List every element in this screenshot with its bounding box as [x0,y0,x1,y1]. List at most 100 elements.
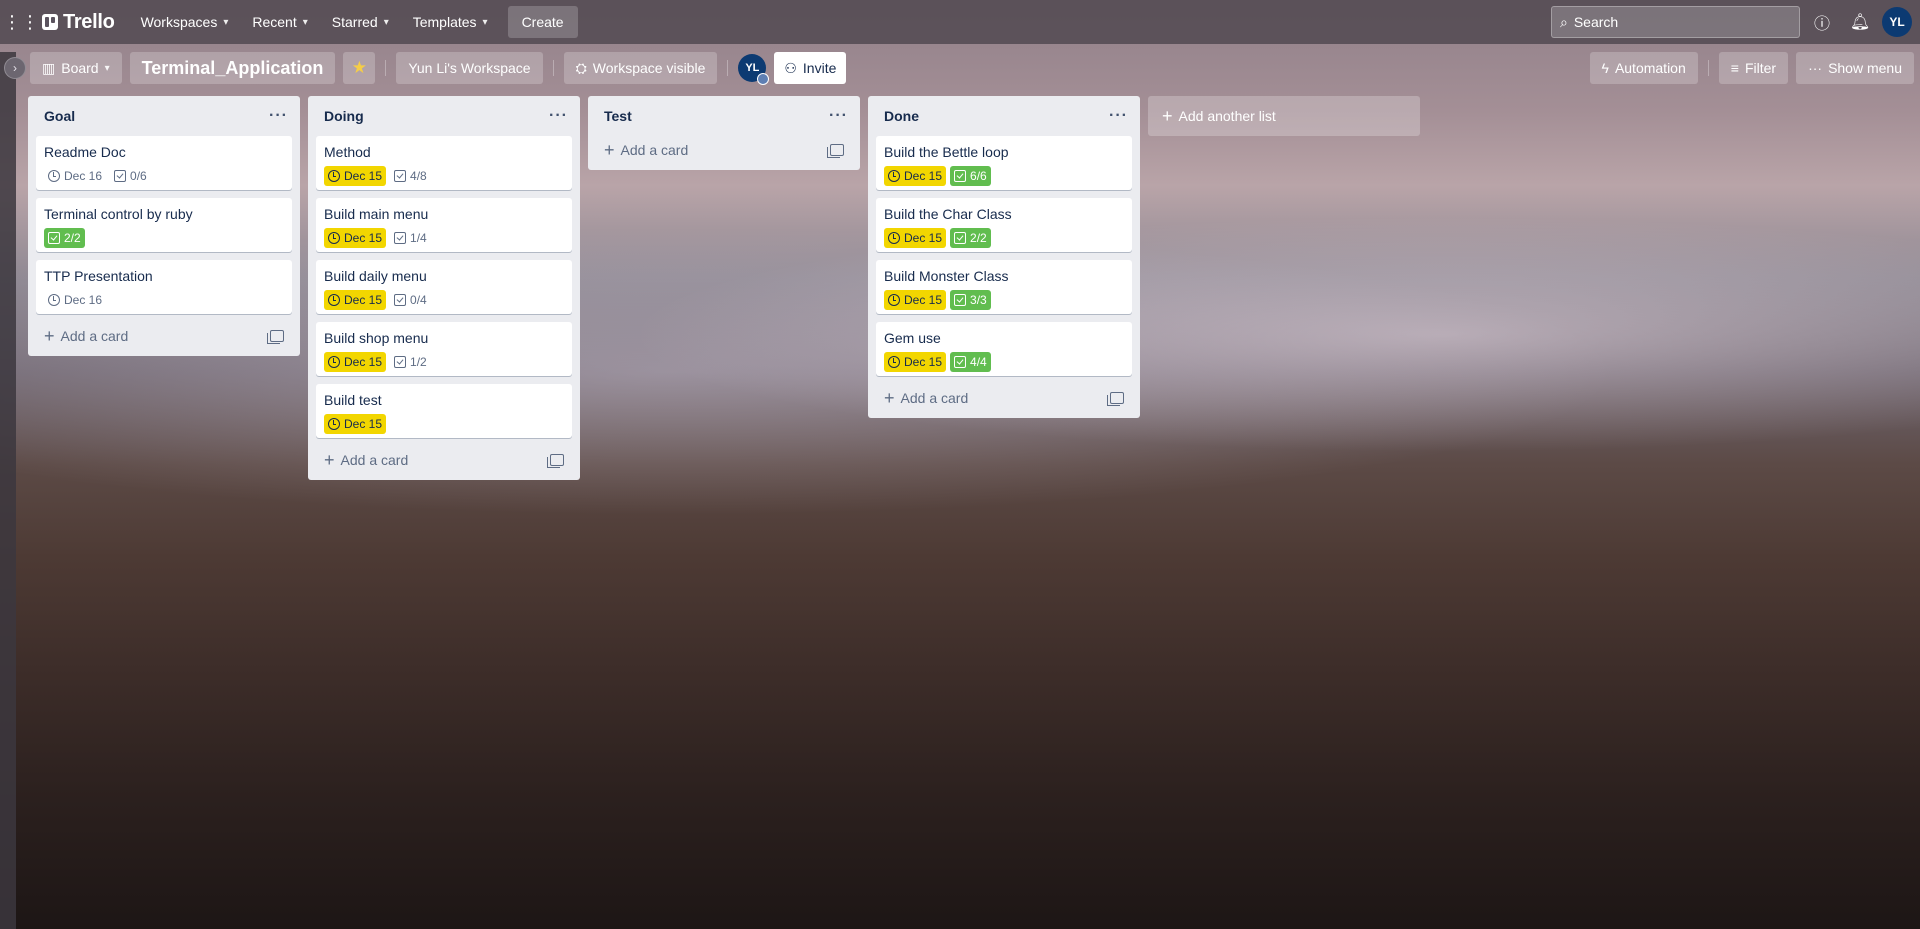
add-card-label: Add a card [620,142,689,158]
list-header[interactable]: Test ··· [592,96,856,136]
list-title[interactable]: Done [884,108,919,124]
list-header[interactable]: Goal ··· [32,96,296,136]
workspace-button[interactable]: Yun Li's Workspace [396,52,543,84]
plus-icon: + [324,450,335,470]
checklist-badge: 1/4 [390,228,431,248]
due-date-badge[interactable]: Dec 15 [884,290,947,310]
add-card-button[interactable]: + Add a card [596,136,852,164]
checklist-count: 1/4 [410,231,427,245]
card-title: Build Monster Class [884,268,1009,284]
app-switcher-icon[interactable]: ⋮⋮ [3,8,39,36]
due-date-badge[interactable]: Dec 15 [884,352,947,372]
list-done: Done ··· Build the Bettle loop Dec 15 6/6 Bui… [868,96,1140,418]
due-date-badge[interactable]: Dec 15 [324,414,387,434]
list-actions-icon[interactable]: ··· [1109,107,1128,125]
list-header[interactable]: Done ··· [872,96,1136,136]
checklist-count: 3/3 [970,293,987,307]
card-badges: Dec 15 [324,414,564,434]
list-actions-icon[interactable]: ··· [269,107,288,125]
due-date-text: Dec 16 [64,293,103,307]
nav-templates[interactable]: Templates ▾ [401,6,500,38]
clock-icon [888,232,900,244]
due-date-badge[interactable]: Dec 16 [44,290,106,310]
due-date-badge[interactable]: Dec 15 [324,290,387,310]
board-view-switcher[interactable]: ▥ Board ▾ [30,52,122,84]
create-from-template-icon[interactable] [547,454,564,468]
chevron-down-icon: ▾ [104,62,110,74]
notifications-bell-icon[interactable]: 🔔︎ [1844,6,1876,38]
list-actions-icon[interactable]: ··· [829,107,848,125]
divider [1707,60,1709,76]
due-date-badge[interactable]: Dec 15 [324,166,387,186]
user-avatar[interactable]: YL [1882,7,1912,37]
list-header[interactable]: Doing ··· [312,96,576,136]
checklist-count: 2/2 [64,231,81,245]
clock-icon [888,356,900,368]
card[interactable]: Build the Char Class Dec 15 2/2 [876,198,1132,252]
clock-icon [48,294,60,306]
clock-icon [328,418,340,430]
list-title[interactable]: Test [604,108,632,124]
visibility-button[interactable]: ⛭ Workspace visible [563,52,718,84]
star-board-icon[interactable]: ★ [343,52,376,84]
add-card-label: Add a card [340,452,409,468]
list-title[interactable]: Doing [324,108,364,124]
plus-icon: + [884,388,895,408]
create-from-template-icon[interactable] [267,330,284,344]
workspace-visible-icon: ⛭ [575,59,587,76]
checklist-badge: 1/2 [390,352,431,372]
checklist-count: 4/8 [410,169,427,183]
board-member-avatar[interactable]: YL [738,54,770,85]
search-box[interactable]: ⌕ [1551,6,1800,38]
create-from-template-icon[interactable] [1107,392,1124,406]
checklist-icon [954,356,967,368]
card[interactable]: Gem use Dec 15 4/4 [876,322,1132,376]
add-list-button[interactable]: + Add another list [1148,96,1420,136]
search-input[interactable] [1573,14,1764,30]
card[interactable]: Build the Bettle loop Dec 15 6/6 [876,136,1132,190]
due-date-badge[interactable]: Dec 15 [884,228,947,248]
due-date-badge[interactable]: Dec 15 [324,352,387,372]
list-title[interactable]: Goal [44,108,75,124]
card[interactable]: TTP Presentation Dec 16 [36,260,292,314]
divider [727,60,729,76]
create-button[interactable]: Create [507,6,578,38]
card-badges: Dec 15 0/4 [324,290,564,310]
due-date-badge[interactable]: Dec 16 [44,166,106,186]
clock-icon [328,232,340,244]
card[interactable]: Readme Doc Dec 16 0/6 [36,136,292,190]
due-date-badge[interactable]: Dec 15 [324,228,387,248]
automation-button[interactable]: ϟ Automation [1589,52,1698,84]
add-person-icon: ⚇ [784,59,797,76]
board-lists: Goal ··· Readme Doc Dec 16 0/6 Terminal contr… [28,96,1420,480]
due-date-badge[interactable]: Dec 15 [884,166,947,186]
trello-logo[interactable]: Trello [42,11,115,34]
checklist-icon [954,232,967,244]
card[interactable]: Build daily menu Dec 15 0/4 [316,260,572,314]
filter-button[interactable]: ≡ Filter [1718,52,1789,84]
card[interactable]: Build main menu Dec 15 1/4 [316,198,572,252]
lightning-icon: ϟ [1601,60,1609,76]
info-icon[interactable]: ⓘ [1806,6,1838,38]
create-from-template-icon[interactable] [827,144,844,158]
add-card-button[interactable]: + Add a card [876,384,1132,412]
checklist-icon [954,294,967,306]
list-actions-icon[interactable]: ··· [549,107,568,125]
add-card-button[interactable]: + Add a card [36,322,292,350]
invite-button[interactable]: ⚇ Invite [774,52,847,84]
nav-starred[interactable]: Starred ▾ [320,6,401,38]
board-title[interactable]: Terminal_Application [129,52,336,84]
expand-sidebar-button[interactable]: › [4,57,26,79]
nav-workspaces[interactable]: Workspaces ▾ [129,6,241,38]
card[interactable]: Terminal control by ruby 2/2 [36,198,292,252]
card[interactable]: Build shop menu Dec 15 1/2 [316,322,572,376]
card[interactable]: Build test Dec 15 [316,384,572,438]
card-badges: Dec 15 1/4 [324,228,564,248]
card[interactable]: Build Monster Class Dec 15 3/3 [876,260,1132,314]
card[interactable]: Method Dec 15 4/8 [316,136,572,190]
checklist-icon [394,294,407,306]
show-menu-button[interactable]: ··· Show menu [1796,52,1914,84]
nav-recent[interactable]: Recent ▾ [240,6,319,38]
card-badges: 2/2 [44,228,284,248]
add-card-button[interactable]: + Add a card [316,446,572,474]
